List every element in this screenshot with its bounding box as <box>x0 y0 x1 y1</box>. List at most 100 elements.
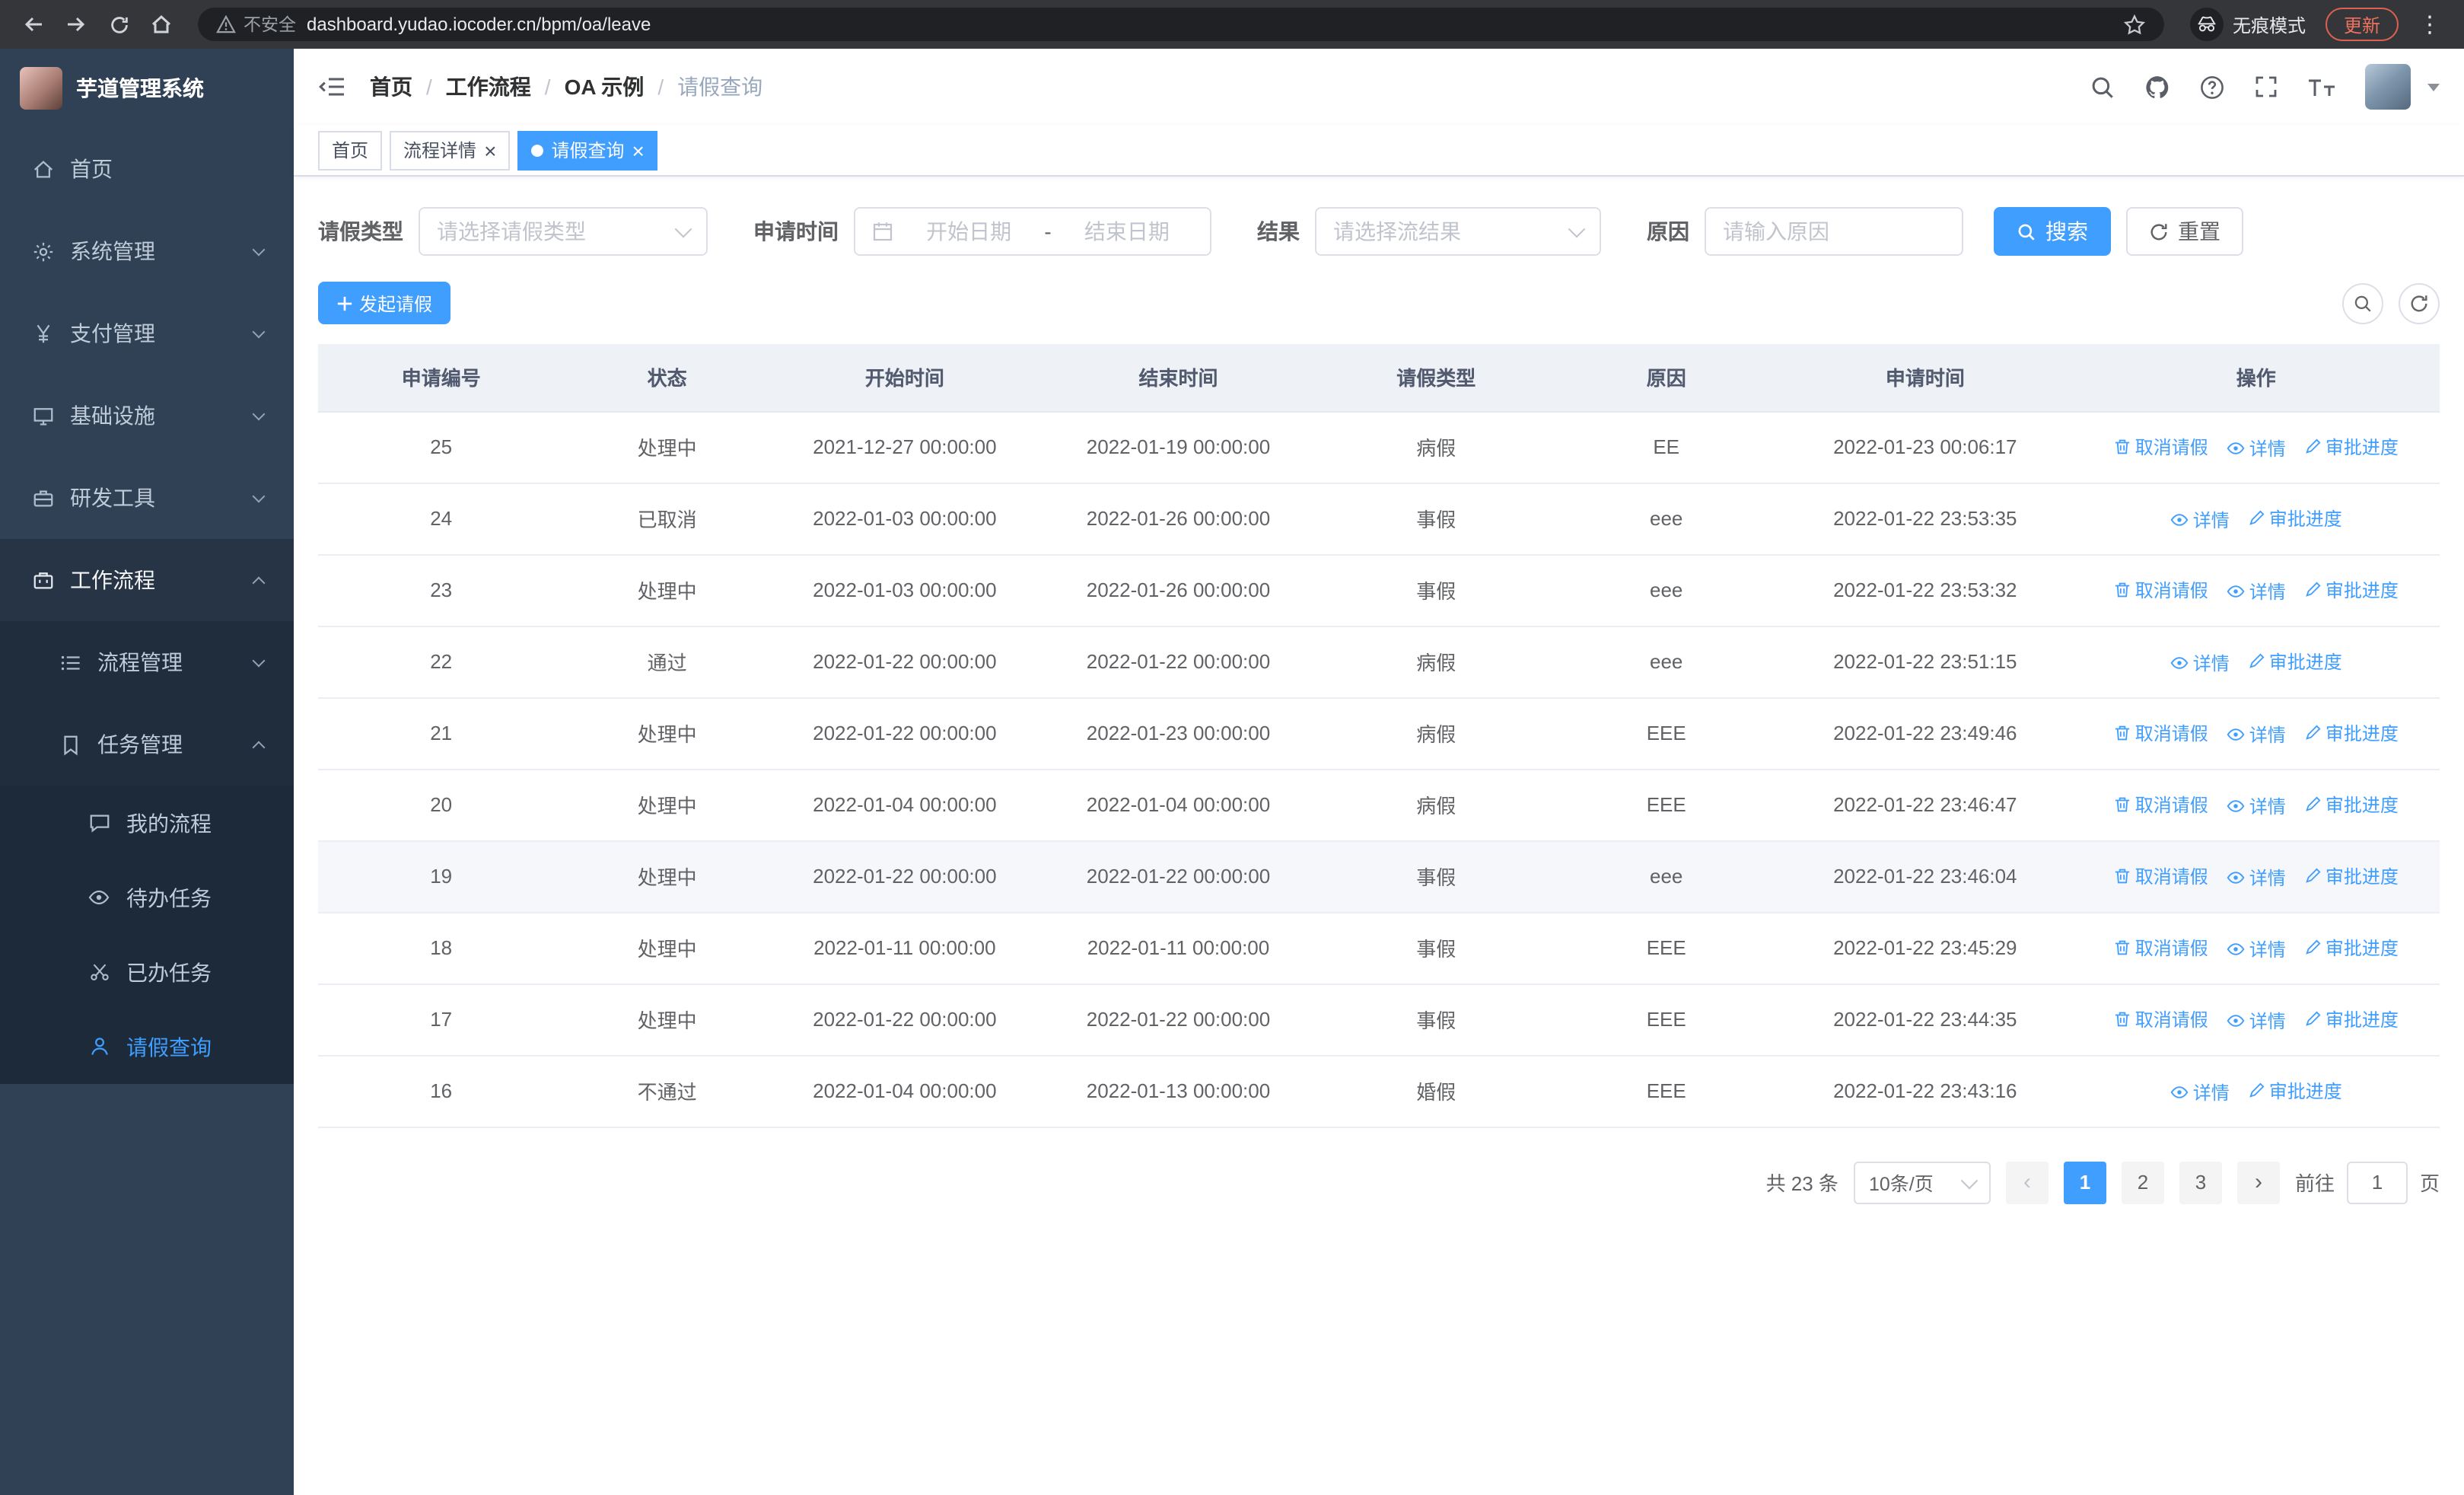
date-start-placeholder[interactable]: 开始日期 <box>903 216 1035 247</box>
toolbox-icon <box>30 486 55 510</box>
search-button[interactable]: 搜索 <box>1994 207 2111 256</box>
sidebar-item-task-management[interactable]: 任务管理 <box>0 703 294 786</box>
goto-page-input[interactable]: 1 <box>2346 1161 2408 1203</box>
page-button-3[interactable]: 3 <box>2179 1161 2222 1203</box>
cell-actions: 详情 审批进度 <box>2072 483 2440 555</box>
cancel-leave-link[interactable]: 取消请假 <box>2114 862 2208 888</box>
menu-fold-icon[interactable] <box>318 75 345 99</box>
cell-leave-type: 事假 <box>1317 912 1555 984</box>
prev-page-button[interactable]: ‹ <box>2005 1161 2049 1203</box>
sidebar-item-todo-tasks[interactable]: 待办任务 <box>0 860 294 935</box>
cell-apply-no: 16 <box>318 1055 565 1127</box>
edit-icon <box>2304 581 2321 598</box>
sidebar-item-done-tasks[interactable]: 已办任务 <box>0 935 294 1009</box>
breadcrumb-item[interactable]: 工作流程 <box>446 72 531 102</box>
column-header: 原因 <box>1555 344 1778 412</box>
help-icon[interactable] <box>2199 74 2225 100</box>
refresh-table-button[interactable] <box>2399 282 2440 324</box>
approval-progress-link[interactable]: 审批进度 <box>2248 1077 2342 1103</box>
detail-link[interactable]: 详情 <box>2227 864 2286 890</box>
search-icon[interactable] <box>2090 74 2115 100</box>
create-leave-button[interactable]: 发起请假 <box>318 282 451 324</box>
breadcrumb-item[interactable]: 首页 <box>370 72 412 102</box>
cancel-leave-link[interactable]: 取消请假 <box>2114 934 2208 960</box>
sidebar-item-my-process[interactable]: 我的流程 <box>0 786 294 860</box>
sidebar-item-dev-tools[interactable]: 研发工具 <box>0 457 294 539</box>
forward-button[interactable] <box>58 6 94 43</box>
sidebar-item-infrastructure[interactable]: 基础设施 <box>0 375 294 457</box>
detail-link[interactable]: 详情 <box>2227 936 2286 961</box>
reset-button[interactable]: 重置 <box>2126 207 2243 256</box>
font-size-icon[interactable] <box>2307 75 2336 98</box>
reload-button[interactable] <box>100 6 137 43</box>
column-header: 请假类型 <box>1317 344 1555 412</box>
detail-link[interactable]: 详情 <box>2170 1079 2230 1105</box>
url-text[interactable]: dashboard.yudao.iocoder.cn/bpm/oa/leave <box>307 14 651 35</box>
cell-end-time: 2022-01-22 00:00:00 <box>1039 840 1318 913</box>
detail-link[interactable]: 详情 <box>2227 435 2286 461</box>
menu-item-label: 工作流程 <box>70 568 155 592</box>
page-button-2[interactable]: 2 <box>2121 1161 2164 1203</box>
next-page-button[interactable]: › <box>2236 1161 2280 1203</box>
approval-progress-link[interactable]: 审批进度 <box>2304 791 2399 817</box>
avatar-caret-icon[interactable] <box>2427 83 2440 91</box>
approval-progress-link[interactable]: 审批进度 <box>2304 433 2399 459</box>
result-select[interactable]: 请选择流结果 <box>1315 207 1601 256</box>
browser-menu-icon[interactable]: ⋮ <box>2411 11 2449 38</box>
cell-leave-type: 婚假 <box>1317 1055 1555 1127</box>
address-bar[interactable]: 不安全 dashboard.yudao.iocoder.cn/bpm/oa/le… <box>198 8 2164 41</box>
apply-time-range-picker[interactable]: 开始日期 - 结束日期 <box>854 207 1211 256</box>
cell-actions: 详情 审批进度 <box>2072 626 2440 698</box>
detail-link[interactable]: 详情 <box>2227 721 2286 747</box>
detail-link[interactable]: 详情 <box>2227 792 2286 818</box>
site-security[interactable]: 不安全 <box>216 12 296 37</box>
tab-close-icon[interactable]: × <box>484 139 496 161</box>
detail-link[interactable]: 详情 <box>2170 506 2230 532</box>
cell-end-time: 2022-01-26 00:00:00 <box>1039 483 1318 555</box>
sidebar-item-leave-query[interactable]: 请假查询 <box>0 1009 294 1084</box>
toggle-search-button[interactable] <box>2342 282 2383 324</box>
approval-progress-link[interactable]: 审批进度 <box>2304 1006 2399 1031</box>
home-button[interactable] <box>143 6 180 43</box>
tab-home[interactable]: 首页 <box>318 130 383 170</box>
cancel-leave-link[interactable]: 取消请假 <box>2114 791 2208 817</box>
approval-progress-link[interactable]: 审批进度 <box>2304 719 2399 745</box>
page-button-1[interactable]: 1 <box>2063 1161 2106 1203</box>
detail-link[interactable]: 详情 <box>2170 649 2230 675</box>
breadcrumb-item[interactable]: OA 示例 <box>565 72 645 102</box>
page-size-select[interactable]: 10条/页 <box>1853 1161 1991 1203</box>
fullscreen-icon[interactable] <box>2254 75 2278 99</box>
cell-actions: 取消请假 详情 审批进度 <box>2072 411 2440 483</box>
sidebar-item-payment[interactable]: 支付管理 <box>0 292 294 375</box>
tab-process-detail[interactable]: 流程详情 × <box>390 130 511 170</box>
leave-type-select[interactable]: 请选择请假类型 <box>419 207 708 256</box>
sidebar-item-system[interactable]: 系统管理 <box>0 210 294 292</box>
cancel-leave-link[interactable]: 取消请假 <box>2114 719 2208 745</box>
cell-actions: 取消请假 详情 审批进度 <box>2072 769 2440 841</box>
detail-link[interactable]: 详情 <box>2227 578 2286 604</box>
sidebar-item-home[interactable]: 首页 <box>0 128 294 210</box>
back-button[interactable] <box>15 6 52 43</box>
approval-progress-link[interactable]: 审批进度 <box>2304 862 2399 888</box>
bookmark-star-icon[interactable] <box>2123 13 2146 36</box>
view-icon <box>2170 655 2189 669</box>
detail-link[interactable]: 详情 <box>2227 1007 2286 1033</box>
breadcrumb-separator: / <box>426 75 432 99</box>
date-end-placeholder[interactable]: 结束日期 <box>1061 216 1193 247</box>
sidebar-item-workflow[interactable]: 工作流程 <box>0 539 294 621</box>
github-icon[interactable] <box>2144 74 2170 100</box>
approval-progress-link[interactable]: 审批进度 <box>2248 505 2342 531</box>
app-logo[interactable]: 芋道管理系统 <box>0 49 294 128</box>
tab-close-icon[interactable]: × <box>632 139 644 161</box>
reason-input[interactable]: 请输入原因 <box>1705 207 1963 256</box>
user-avatar[interactable] <box>2365 64 2411 110</box>
cancel-leave-link[interactable]: 取消请假 <box>2114 576 2208 602</box>
cancel-leave-link[interactable]: 取消请假 <box>2114 1006 2208 1031</box>
sidebar-item-process-management[interactable]: 流程管理 <box>0 621 294 703</box>
cancel-leave-link[interactable]: 取消请假 <box>2114 433 2208 459</box>
update-button[interactable]: 更新 <box>2325 8 2399 41</box>
approval-progress-link[interactable]: 审批进度 <box>2304 576 2399 602</box>
tab-leave-query[interactable]: 请假查询 × <box>517 130 658 170</box>
approval-progress-link[interactable]: 审批进度 <box>2248 648 2342 674</box>
approval-progress-link[interactable]: 审批进度 <box>2304 934 2399 960</box>
